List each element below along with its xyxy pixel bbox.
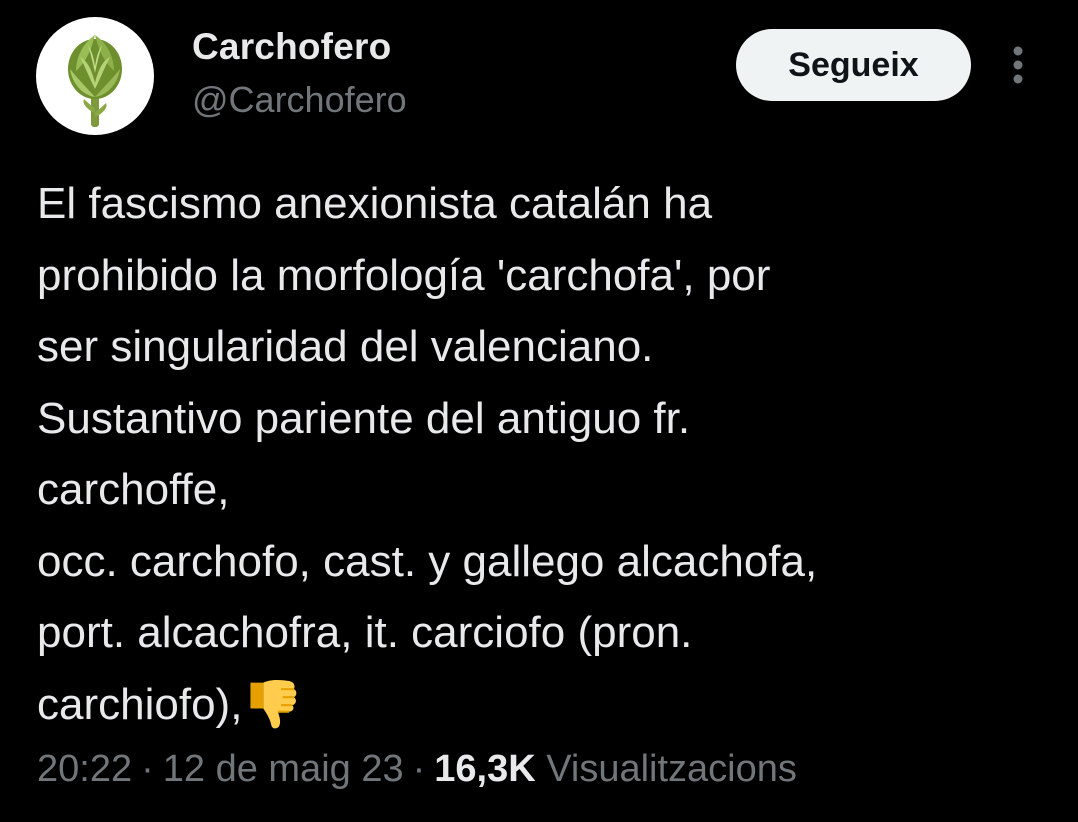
avatar[interactable] [36, 17, 154, 135]
follow-button[interactable]: Segueix [736, 29, 971, 101]
views-count: 16,3K [434, 748, 536, 790]
tweet-text: El fascismo anexionista catalán ha prohi… [37, 168, 1047, 740]
views-label: Visualitzacions [546, 748, 797, 790]
tweet-date[interactable]: 12 de maig 23 [163, 748, 404, 790]
thumbs-down-icon [250, 679, 297, 728]
tweet-meta: 20:22 · 12 de maig 23 · 16,3K Visualitzacion… [37, 748, 797, 791]
more-vertical-icon [1013, 46, 1023, 84]
meta-separator: · [141, 748, 154, 790]
meta-separator: · [412, 748, 426, 790]
author-handle[interactable]: @Carchofero [192, 79, 407, 121]
tweet: Carchofero @Carchofero Segueix El fascis… [0, 0, 1078, 822]
artichoke-icon [68, 35, 122, 127]
tweet-time[interactable]: 20:22 [37, 748, 132, 790]
tweet-body: El fascismo anexionista catalán ha prohi… [37, 179, 818, 729]
more-options-button[interactable] [1000, 40, 1036, 90]
author-display-name[interactable]: Carchofero [192, 26, 391, 68]
